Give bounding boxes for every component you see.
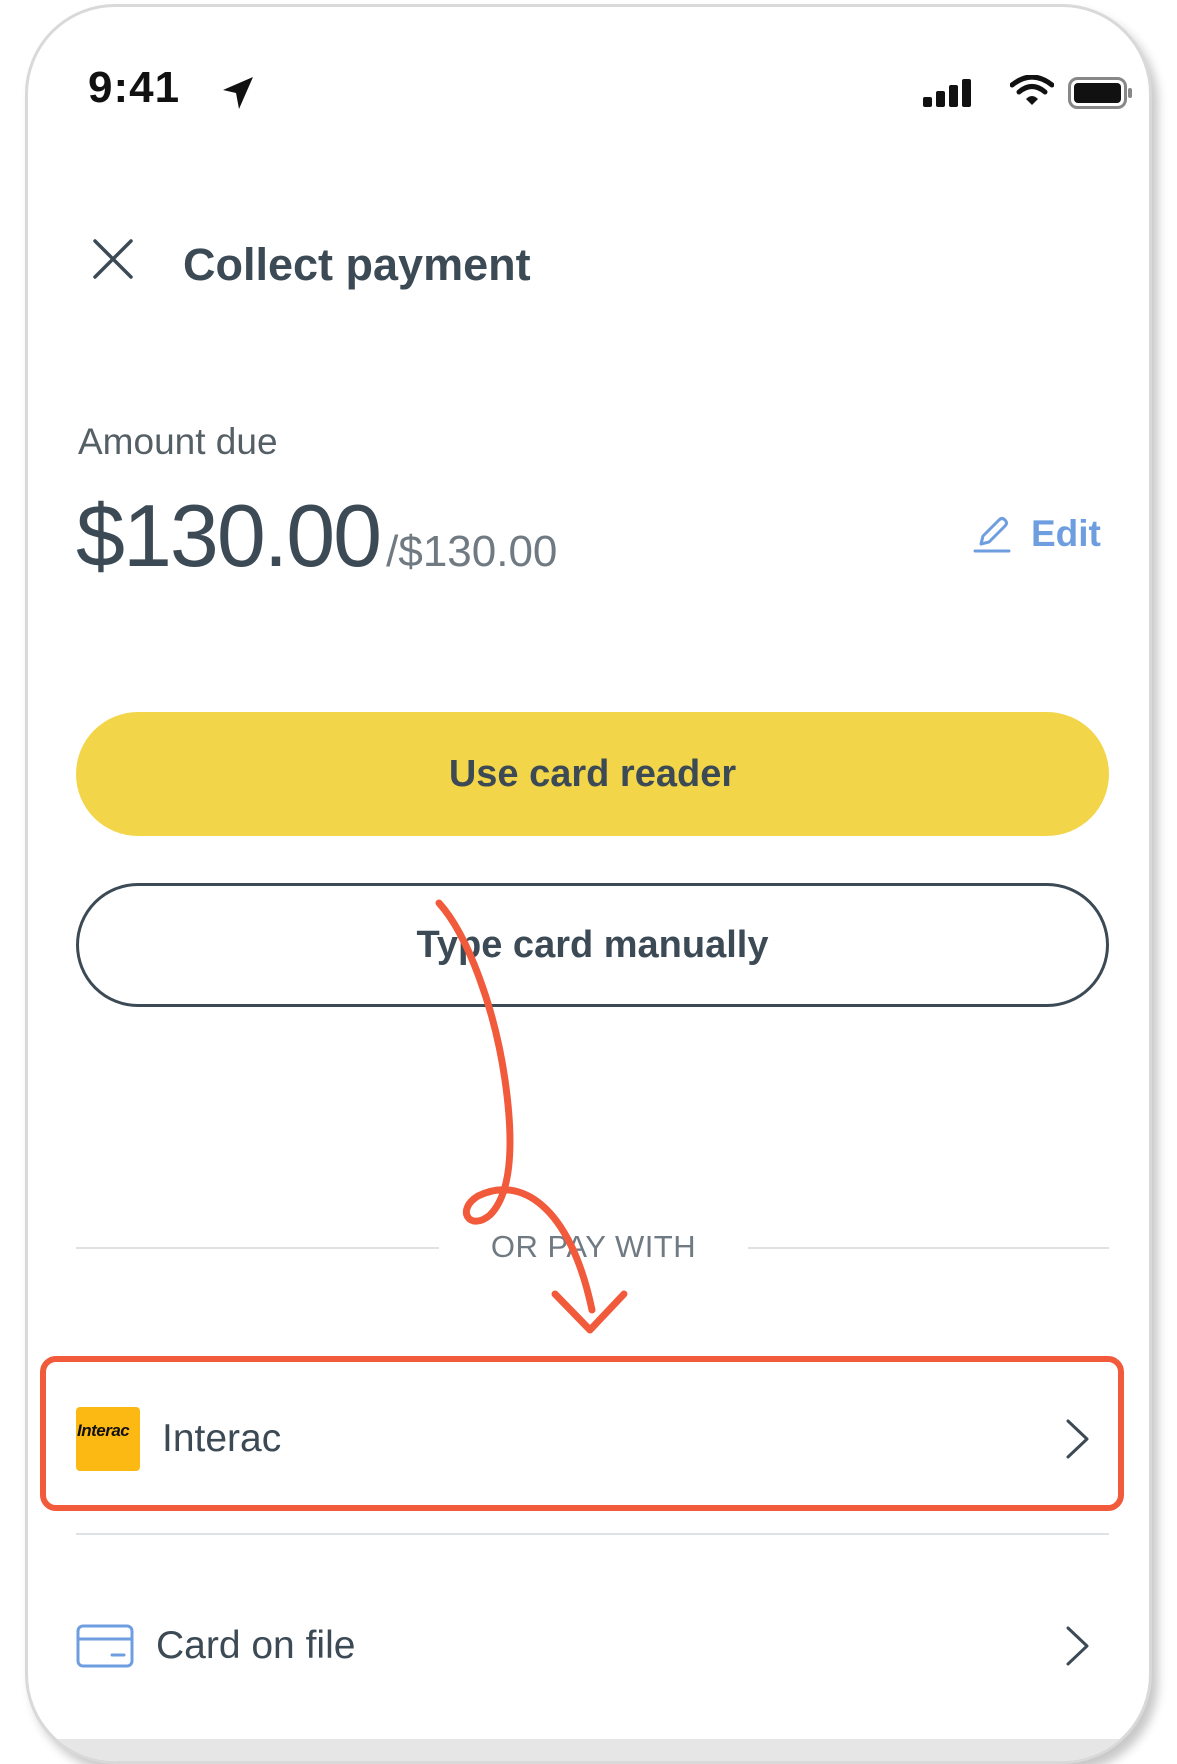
amount-row: $130.00 / $130.00 [76,485,557,587]
amount-due-value: $130.00 [76,486,382,585]
bottom-bar [28,1739,1149,1761]
page-title: Collect payment [183,239,531,290]
or-pay-with-label: OR PAY WITH [490,1229,697,1264]
payment-option-separator [76,1533,1109,1535]
battery-icon [1068,77,1132,109]
cellular-signal-icon [923,79,971,107]
divider-line-right [748,1247,1109,1249]
pencil-icon [973,517,1011,553]
credit-card-icon [76,1624,134,1668]
close-icon [93,239,133,279]
edit-amount-button[interactable]: Edit [973,513,1101,555]
divider-line-left [76,1247,439,1249]
close-button[interactable] [83,229,143,289]
location-arrow-icon [223,77,253,109]
amount-due-label: Amount due [78,421,278,462]
edit-label: Edit [1031,513,1101,554]
chevron-right-icon [1066,1626,1089,1666]
use-card-reader-button[interactable]: Use card reader [76,712,1109,836]
status-time: 9:41 [88,63,181,112]
amount-total-value: $130.00 [398,527,558,576]
annotation-highlight-box [40,1356,1124,1511]
wifi-icon [1010,75,1054,105]
payment-option-label: Card on file [156,1624,356,1667]
type-card-manually-button[interactable]: Type card manually [76,883,1109,1007]
payment-option-card-on-file[interactable]: Card on file [76,1591,1109,1701]
amount-separator: / [386,527,399,576]
